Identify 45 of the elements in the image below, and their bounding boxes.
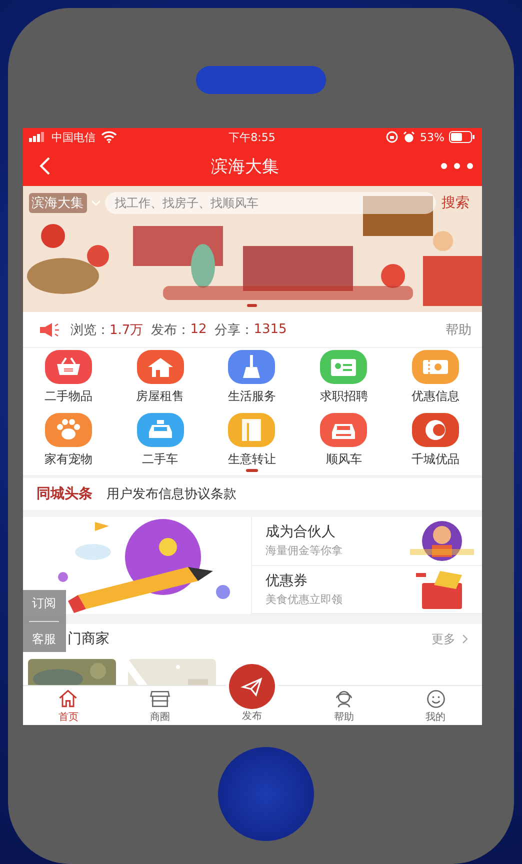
stat-value: 1.7万 (110, 322, 144, 338)
promo-title[interactable]: 优惠券 (266, 572, 342, 590)
promo-subtitle: 海量佣金等你拿 (266, 543, 342, 558)
tab[interactable]: 首页 (56, 686, 80, 725)
tab[interactable]: 商圈 (148, 686, 172, 725)
category-label[interactable]: 求职招聘 (320, 388, 368, 404)
page-title: 滨海大集 (211, 156, 279, 178)
headline-link[interactable]: 用户发布信息协议条款 (106, 485, 236, 503)
clock-time: 下午8:55 (228, 130, 276, 144)
signal-icon (28, 132, 46, 142)
category-label[interactable]: 生意转让 (228, 450, 276, 468)
section-title: 门商家 (68, 630, 110, 648)
category-label[interactable]: 生活服务 (228, 388, 276, 404)
help-link[interactable]: 帮助 (446, 320, 472, 338)
tab[interactable]: 帮助 (332, 686, 356, 725)
back-icon (38, 156, 50, 176)
promo-title[interactable]: 成为合伙人 (266, 523, 342, 542)
chevron-right-icon (462, 634, 468, 644)
more-icon (440, 162, 474, 170)
search-field[interactable]: 找工作、找房子、找顺风车 (104, 192, 436, 214)
stat-label: 分享： (214, 322, 254, 338)
megaphone-icon (38, 322, 60, 338)
wifi-icon (100, 131, 116, 143)
tab[interactable]: 我的 (424, 686, 448, 725)
category-label[interactable]: 二手车 (142, 450, 178, 468)
stat-label: 浏览： (70, 322, 110, 338)
category-label[interactable]: 优惠信息 (412, 388, 460, 404)
chevron-down-icon (90, 200, 100, 206)
carousel-indicator (246, 304, 256, 307)
alarm-icon (403, 131, 416, 143)
stat-value: 1315 (254, 322, 287, 337)
battery-percent: 53% (420, 130, 444, 144)
stat-label: 发布： (151, 322, 190, 338)
stat-value: 12 (190, 322, 207, 337)
page-indicator (246, 469, 258, 472)
category-label[interactable]: 千城优品 (412, 450, 460, 468)
category-label[interactable]: 家有宠物 (44, 450, 92, 468)
promo-subtitle: 美食优惠立即领 (266, 592, 342, 607)
carrier-name: 中国电信 (52, 130, 96, 144)
headline-tag: 同城头条 (36, 485, 92, 503)
category-label[interactable]: 顺风车 (326, 450, 362, 468)
category-label[interactable]: 房屋租售 (136, 388, 184, 404)
battery-icon (449, 131, 476, 143)
category-label[interactable]: 二手物品 (44, 388, 92, 404)
search-button[interactable]: 搜索 (436, 194, 476, 212)
